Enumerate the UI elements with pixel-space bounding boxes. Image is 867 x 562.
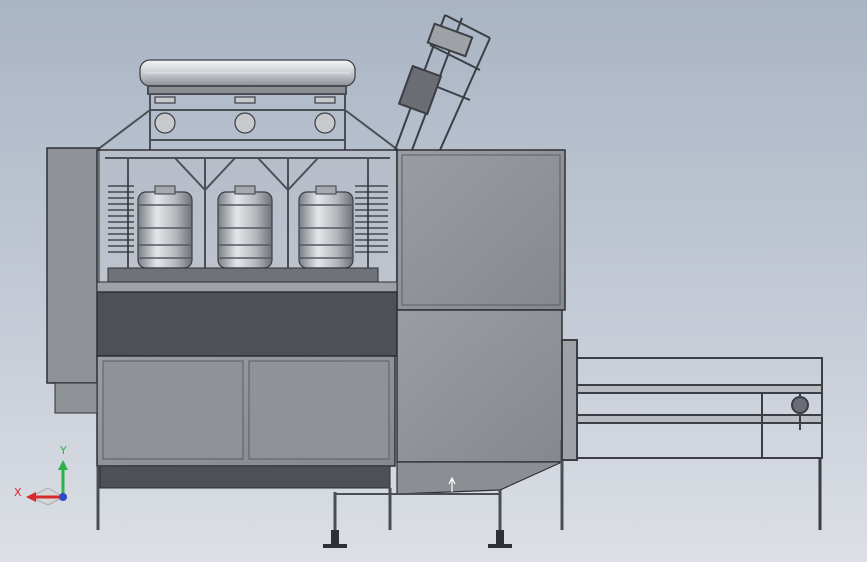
- bottle-platform: [96, 267, 398, 293]
- bottle-middle: [217, 185, 273, 269]
- bottle-group: [137, 185, 354, 269]
- top-tank: [139, 59, 356, 87]
- machine-model[interactable]: Y X: [0, 0, 867, 562]
- x-arrow-head: [26, 492, 36, 502]
- cad-viewport[interactable]: Y X: [0, 0, 867, 562]
- dark-band: [96, 291, 398, 357]
- axis-triad[interactable]: Y X: [14, 444, 68, 506]
- bottom-tray: [99, 465, 391, 489]
- bottle-right: [298, 185, 354, 269]
- x-axis-label: X: [14, 486, 22, 499]
- bottle-left: [137, 185, 193, 269]
- roof-fittings: [154, 96, 336, 134]
- leveling-feet: [323, 530, 512, 548]
- y-axis-label: Y: [59, 444, 67, 457]
- incline-conveyor: [394, 14, 491, 151]
- outfeed-conveyor: [561, 339, 823, 530]
- z-axis-dot: [59, 493, 67, 501]
- y-arrow-head: [58, 460, 68, 470]
